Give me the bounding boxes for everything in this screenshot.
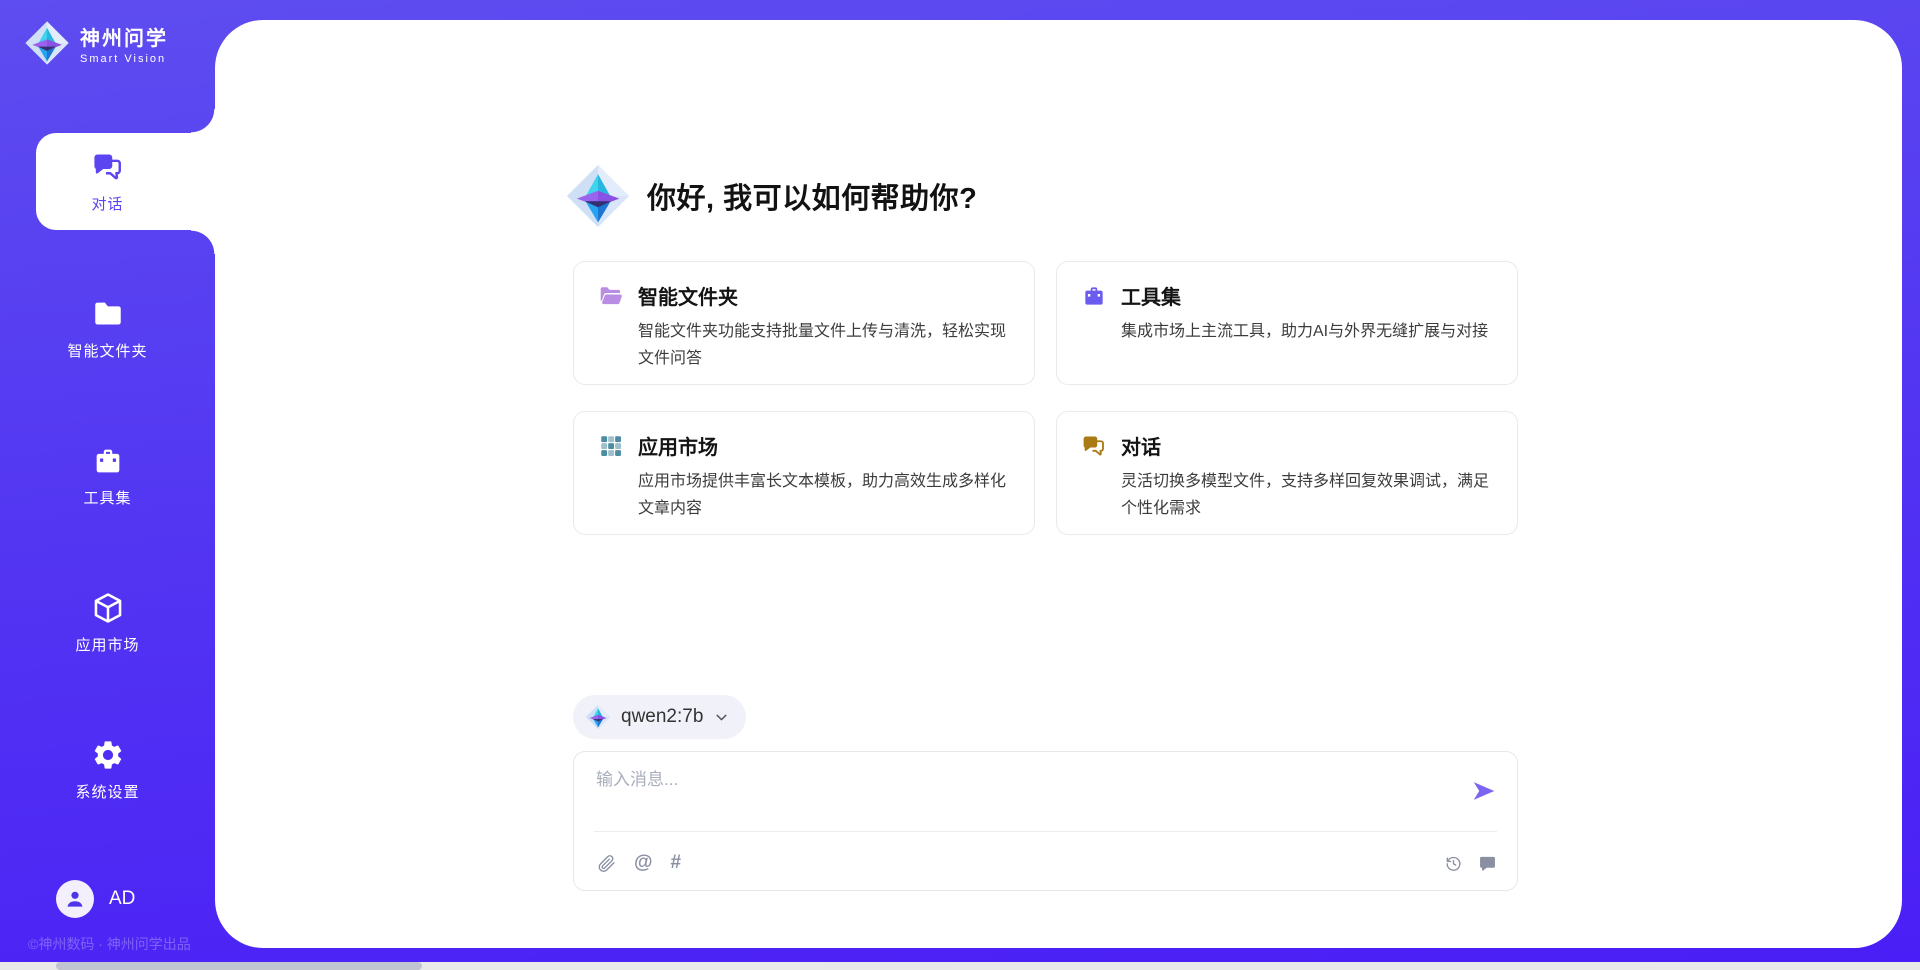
card-description: 灵活切换多模型文件，支持多样回复效果调试，满足个性化需求 xyxy=(1121,468,1493,522)
folder-icon xyxy=(91,297,125,331)
chat-icon xyxy=(1081,433,1107,459)
copyright-footer: ©神州数码 · 神州问学出品 xyxy=(28,934,191,954)
main-panel: 你好, 我可以如何帮助你? 智能文件夹 智能文件夹功能支持批量文件上传与清洗，轻… xyxy=(215,20,1902,948)
card-title: 工具集 xyxy=(1121,281,1181,310)
card-description: 集成市场上主流工具，助力AI与外界无缝扩展与对接 xyxy=(1121,318,1493,345)
gear-icon xyxy=(91,738,125,772)
sidebar-item-label: 应用市场 xyxy=(75,634,139,655)
brand-tagline: Smart Vision xyxy=(80,53,168,65)
horizontal-scrollbar[interactable] xyxy=(0,962,1920,970)
sidebar-item-label: 工具集 xyxy=(83,487,131,508)
sidebar-item-smart-folder[interactable]: 智能文件夹 xyxy=(0,280,215,377)
scrollbar-thumb[interactable] xyxy=(56,962,422,970)
divider xyxy=(594,831,1497,832)
card-smart-folder[interactable]: 智能文件夹 智能文件夹功能支持批量文件上传与清洗，轻松实现文件问答 xyxy=(573,261,1035,385)
greeting: 你好, 我可以如何帮助你? xyxy=(565,163,1518,229)
avatar xyxy=(56,880,94,918)
sidebar-nav: 对话 智能文件夹 工具集 应用市场 系统设置 xyxy=(0,133,215,868)
send-icon[interactable] xyxy=(1471,778,1497,804)
attach-file-icon[interactable] xyxy=(596,853,616,873)
sidebar-item-settings[interactable]: 系统设置 xyxy=(0,721,215,818)
mention-icon[interactable]: @ xyxy=(634,853,653,873)
folder-open-icon xyxy=(598,283,624,309)
toolbox-icon xyxy=(91,444,125,478)
brand-gem-icon xyxy=(565,163,631,229)
card-description: 应用市场提供丰富长文本模板，助力高效生成多样化文章内容 xyxy=(638,468,1010,522)
history-icon[interactable] xyxy=(1443,853,1463,873)
message-input-box: @ # xyxy=(573,751,1518,891)
message-input[interactable] xyxy=(596,770,1447,790)
card-chat[interactable]: 对话 灵活切换多模型文件，支持多样回复效果调试，满足个性化需求 xyxy=(1056,411,1518,535)
feature-cards: 智能文件夹 智能文件夹功能支持批量文件上传与清洗，轻松实现文件问答 工具集 集成… xyxy=(573,261,1518,535)
sidebar-item-label: 对话 xyxy=(91,193,123,214)
greeting-text: 你好, 我可以如何帮助你? xyxy=(647,175,977,217)
brand-gem-icon xyxy=(24,20,70,66)
brand-logo: 神州问学 Smart Vision xyxy=(0,0,215,66)
grid-icon xyxy=(598,433,624,459)
toolbox-icon xyxy=(1081,283,1107,309)
sidebar-item-toolset[interactable]: 工具集 xyxy=(0,427,215,524)
sidebar-item-label: 智能文件夹 xyxy=(67,340,147,361)
chat-bubble-icon[interactable] xyxy=(1477,853,1497,873)
person-icon xyxy=(63,887,87,911)
brand-gem-icon xyxy=(585,704,611,730)
model-selector[interactable]: qwen2:7b xyxy=(573,695,746,739)
active-tab-background xyxy=(36,133,215,230)
chevron-down-icon xyxy=(713,709,730,726)
brand-name: 神州问学 xyxy=(80,22,168,51)
card-description: 智能文件夹功能支持批量文件上传与清洗，轻松实现文件问答 xyxy=(638,318,1010,372)
cube-icon xyxy=(91,591,125,625)
sidebar-item-app-market[interactable]: 应用市场 xyxy=(0,574,215,671)
chat-icon xyxy=(91,150,125,184)
model-name: qwen2:7b xyxy=(621,706,703,728)
card-title: 对话 xyxy=(1121,431,1161,460)
card-title: 应用市场 xyxy=(638,431,718,460)
card-title: 智能文件夹 xyxy=(638,281,738,310)
user-profile[interactable]: AD xyxy=(56,880,135,918)
sidebar: 神州问学 Smart Vision 对话 智能文件夹 工具集 应用市场 系统设置 xyxy=(0,0,215,970)
card-app-market[interactable]: 应用市场 应用市场提供丰富长文本模板，助力高效生成多样化文章内容 xyxy=(573,411,1035,535)
user-name: AD xyxy=(109,888,135,910)
sidebar-item-label: 系统设置 xyxy=(75,781,139,802)
sidebar-item-chat[interactable]: 对话 xyxy=(0,133,215,230)
hashtag-icon[interactable]: # xyxy=(671,853,682,873)
composer: qwen2:7b @ # xyxy=(573,695,1518,891)
card-toolset[interactable]: 工具集 集成市场上主流工具，助力AI与外界无缝扩展与对接 xyxy=(1056,261,1518,385)
